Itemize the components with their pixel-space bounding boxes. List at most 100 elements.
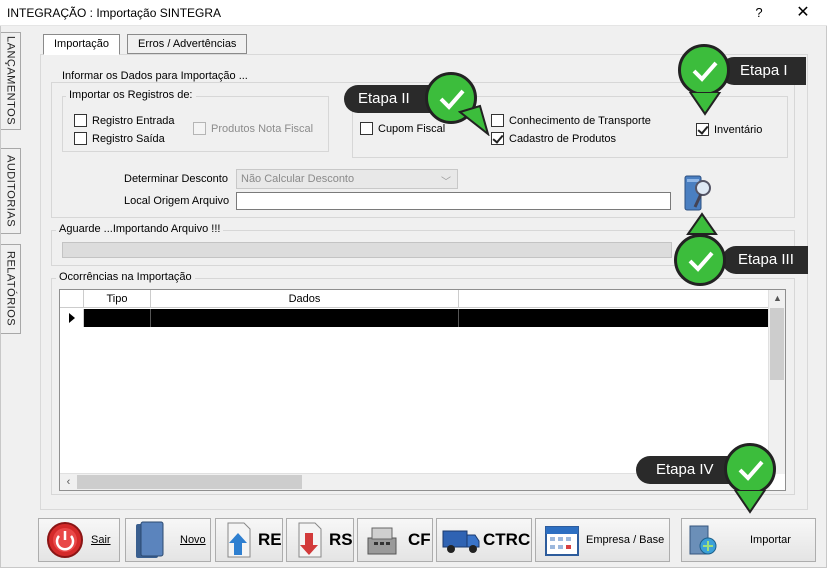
table-cell (459, 309, 770, 327)
cf-button[interactable]: CF (357, 518, 433, 562)
desconto-label: Determinar Desconto (124, 173, 228, 185)
side-tab-relatorios[interactable]: RELATÓRIOS (1, 244, 21, 334)
grid-header: Tipo Dados (60, 290, 770, 308)
rs-button[interactable]: RS (286, 518, 354, 562)
checkmark-icon (738, 460, 764, 481)
power-icon (47, 522, 83, 558)
etapa-2-callout: Etapa II (344, 85, 430, 113)
desconto-value: Não Calcular Desconto (241, 173, 355, 185)
registro-entrada-checkbox[interactable]: Registro Entrada (74, 114, 175, 127)
import-progress-bar (62, 242, 672, 258)
checkmark-icon (692, 61, 718, 82)
column-tipo[interactable]: Tipo (84, 290, 151, 308)
scroll-thumb[interactable] (77, 475, 302, 489)
re-label: RE (258, 530, 282, 549)
etapa-3-label: Etapa III (738, 251, 794, 268)
import-icon (689, 525, 717, 555)
ctrc-button[interactable]: CTRC (436, 518, 532, 562)
side-tab-label: AUDITORIAS (4, 154, 17, 228)
column-dados[interactable]: Dados (151, 290, 459, 308)
scroll-left-icon[interactable]: ‹ (60, 474, 77, 490)
registro-saida-checkbox[interactable]: Registro Saída (74, 132, 165, 145)
checkbox-label: Cupom Fiscal (378, 122, 446, 135)
etapa-4-badge (724, 443, 776, 495)
re-button[interactable]: RE (215, 518, 283, 562)
tab-importacao[interactable]: Importação (43, 34, 121, 55)
origem-arquivo-input[interactable] (236, 192, 671, 210)
etapa-2-label: Etapa II (358, 90, 410, 107)
folder-icon (136, 521, 164, 558)
progress-label: Aguarde ...Importando Arquivo !!! (56, 223, 224, 235)
title-bar: INTEGRAÇÃO : Importação SINTEGRA ? ✕ (0, 0, 827, 26)
etapa-1-label: Etapa I (740, 62, 788, 79)
checkbox-box[interactable] (74, 132, 87, 145)
checkbox-box[interactable] (491, 132, 504, 145)
browse-file-icon[interactable] (683, 174, 713, 212)
etapa-4-callout: Etapa IV (636, 456, 732, 484)
pointer-arrow-icon (458, 104, 490, 136)
calendar-icon (545, 526, 579, 556)
etapa-3-callout: Etapa III (722, 246, 808, 274)
conhecimento-transporte-checkbox[interactable]: Conhecimento de Transporte (491, 114, 651, 127)
checkbox-box (193, 122, 206, 135)
checkbox-label: Inventário (714, 123, 763, 136)
novo-label: Novo (180, 534, 206, 546)
checkbox-label: Conhecimento de Transporte (509, 114, 651, 127)
checkbox-box[interactable] (491, 114, 504, 127)
checkbox-label: Registro Saída (92, 132, 165, 145)
close-button[interactable]: ✕ (790, 3, 816, 23)
ctrc-label: CTRC (483, 530, 531, 549)
cupom-fiscal-checkbox[interactable]: Cupom Fiscal (360, 122, 445, 135)
checkbox-label: Registro Entrada (92, 114, 175, 127)
inventario-checkbox[interactable]: Inventário (696, 123, 762, 136)
produtos-nota-fiscal-checkbox: Produtos Nota Fiscal (193, 122, 313, 135)
window-title: INTEGRAÇÃO : Importação SINTEGRA (7, 6, 222, 20)
document-down-icon (298, 522, 322, 558)
empresa-base-label: Empresa / Base (586, 534, 665, 546)
importar-label: Importar (750, 534, 791, 546)
sair-button[interactable]: Sair (38, 518, 120, 562)
table-cell (84, 309, 151, 327)
pointer-arrow-icon (688, 92, 722, 116)
rs-label: RS (329, 530, 353, 549)
checkbox-box[interactable] (696, 123, 709, 136)
origem-label: Local Origem Arquivo (124, 195, 230, 207)
pointer-arrow-icon (686, 212, 718, 235)
records-group-label: Importar os Registros de: (66, 89, 196, 101)
table-row[interactable] (84, 309, 770, 327)
table-cell (151, 309, 459, 327)
sair-label: Sair (91, 534, 111, 546)
cash-register-icon (367, 527, 397, 555)
etapa-1-badge (678, 44, 730, 96)
cadastro-produtos-checkbox[interactable]: Cadastro de Produtos (491, 132, 616, 145)
etapa-1-callout: Etapa I (720, 57, 806, 85)
importar-button[interactable]: Importar (681, 518, 816, 562)
scroll-thumb[interactable] (770, 308, 784, 380)
empresa-base-button[interactable]: Empresa / Base (535, 518, 670, 562)
tab-erros-advertencias[interactable]: Erros / Advertências (127, 34, 248, 54)
help-button[interactable]: ? (746, 3, 772, 23)
desconto-select: Não Calcular Desconto ﹀ (236, 169, 458, 189)
checkbox-box[interactable] (74, 114, 87, 127)
info-group-label: Informar os Dados para Importação ... (59, 70, 251, 82)
vertical-scrollbar[interactable]: ▲ (768, 290, 785, 474)
checkmark-icon (688, 251, 714, 272)
column-extra[interactable] (459, 290, 770, 308)
side-tab-lancamentos[interactable]: LANÇAMENTOS (1, 32, 21, 130)
checkbox-label: Produtos Nota Fiscal (211, 122, 314, 135)
checkbox-box[interactable] (360, 122, 373, 135)
ocorrencias-label: Ocorrências na Importação (56, 271, 195, 283)
chevron-down-icon: ﹀ (441, 177, 451, 188)
pointer-arrow-icon (733, 490, 767, 514)
grid-header-indicator (60, 290, 84, 308)
novo-button[interactable]: Novo (125, 518, 211, 562)
truck-icon (442, 530, 480, 553)
etapa-3-badge (674, 234, 726, 286)
side-tab-label: LANÇAMENTOS (4, 36, 17, 126)
side-tab-label: RELATÓRIOS (4, 251, 17, 327)
scroll-up-icon[interactable]: ▲ (769, 290, 785, 307)
side-tab-auditorias[interactable]: AUDITORIAS (1, 148, 21, 234)
cf-label: CF (408, 530, 431, 549)
document-up-icon (227, 522, 251, 558)
checkbox-label: Cadastro de Produtos (509, 132, 617, 145)
